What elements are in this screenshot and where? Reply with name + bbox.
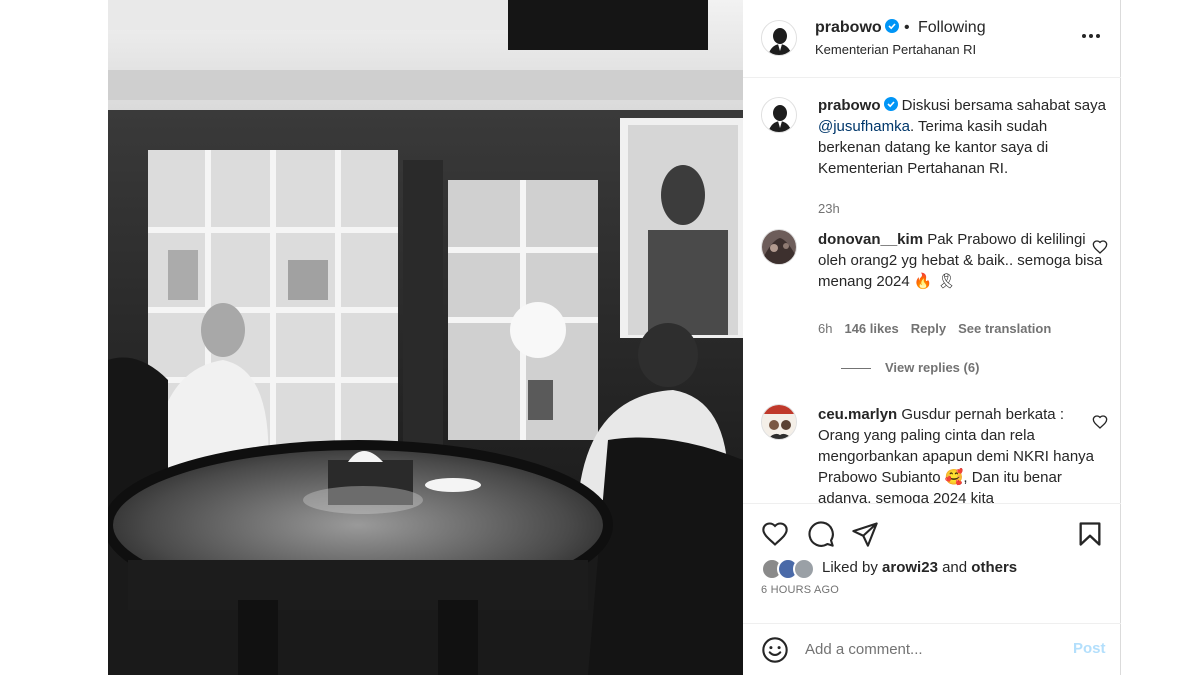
verified-badge-icon [883, 97, 898, 111]
comment-username[interactable]: ceu.marlyn [818, 406, 897, 423]
commenter-avatar[interactable] [761, 229, 797, 265]
liked-by-user[interactable]: arowi23 [882, 559, 938, 576]
caption-username[interactable]: prabowo [818, 97, 881, 114]
author-username[interactable]: prabowo [815, 19, 899, 37]
post-comment-button[interactable]: Post [1073, 640, 1106, 657]
liked-by-others[interactable]: others [971, 559, 1017, 576]
commenter-avatar[interactable] [761, 404, 797, 440]
verified-badge-icon [884, 19, 899, 33]
add-comment-bar: Post [743, 623, 1121, 675]
author-avatar[interactable] [761, 20, 797, 56]
caption-mention[interactable]: @jusufhamka [818, 118, 910, 135]
post-side-panel: prabowo • Following Kementerian Pertahan… [743, 0, 1121, 675]
post-location[interactable]: Kementerian Pertahanan RI [815, 42, 976, 57]
view-replies-label[interactable]: View replies (6) [885, 360, 979, 375]
comment-text: donovan__kim Pak Prabowo di kelilingi ol… [818, 229, 1108, 292]
reply-button[interactable]: Reply [911, 321, 946, 336]
liked-by-prefix: Liked by [822, 559, 883, 576]
comment-likes[interactable]: 146 likes [844, 321, 898, 336]
author-username-text[interactable]: prabowo [815, 19, 882, 36]
add-comment-input[interactable] [805, 638, 1055, 660]
comment-icon[interactable] [807, 520, 835, 548]
view-replies-button[interactable]: View replies (6) [841, 360, 979, 375]
view-replies-line [841, 368, 871, 370]
comments-list[interactable]: prabowo Diskusi bersama sahabat saya @ju… [743, 79, 1121, 503]
post-header: prabowo • Following Kementerian Pertahan… [743, 0, 1121, 78]
header-separator: • [904, 19, 910, 36]
share-icon[interactable] [851, 520, 879, 548]
liker-avatar [793, 558, 815, 580]
comment-username[interactable]: donovan__kim [818, 231, 923, 248]
post-actions: Liked by arowi23 and others 6 HOURS AGO [743, 503, 1121, 623]
comment-heart-icon[interactable] [1092, 414, 1108, 430]
see-translation-button[interactable]: See translation [958, 321, 1051, 336]
caption-avatar[interactable] [761, 97, 797, 133]
post-timestamp[interactable]: 6 HOURS AGO [761, 584, 839, 596]
bookmark-icon[interactable] [1076, 520, 1104, 548]
caption-time[interactable]: 23h [818, 201, 840, 216]
comment-meta: 6h 146 likes Reply See translation [818, 321, 1051, 336]
emoji-icon[interactable] [761, 636, 789, 664]
following-button[interactable]: Following [918, 19, 986, 37]
comment-heart-icon[interactable] [1092, 239, 1108, 255]
more-horizontal-icon[interactable] [1079, 24, 1103, 48]
liked-by-and: and [937, 559, 972, 576]
comment-time[interactable]: 6h [818, 321, 832, 336]
post-photo[interactable] [108, 0, 743, 675]
caption-text: prabowo Diskusi bersama sahabat saya @ju… [818, 95, 1108, 179]
comment-text: ceu.marlyn Gusdur pernah berkata : Orang… [818, 404, 1108, 503]
heart-icon[interactable] [761, 520, 789, 548]
liked-by-text: Liked by arowi23 and others [822, 559, 1017, 576]
caption-body-start: Diskusi bersama sahabat saya [897, 97, 1106, 114]
